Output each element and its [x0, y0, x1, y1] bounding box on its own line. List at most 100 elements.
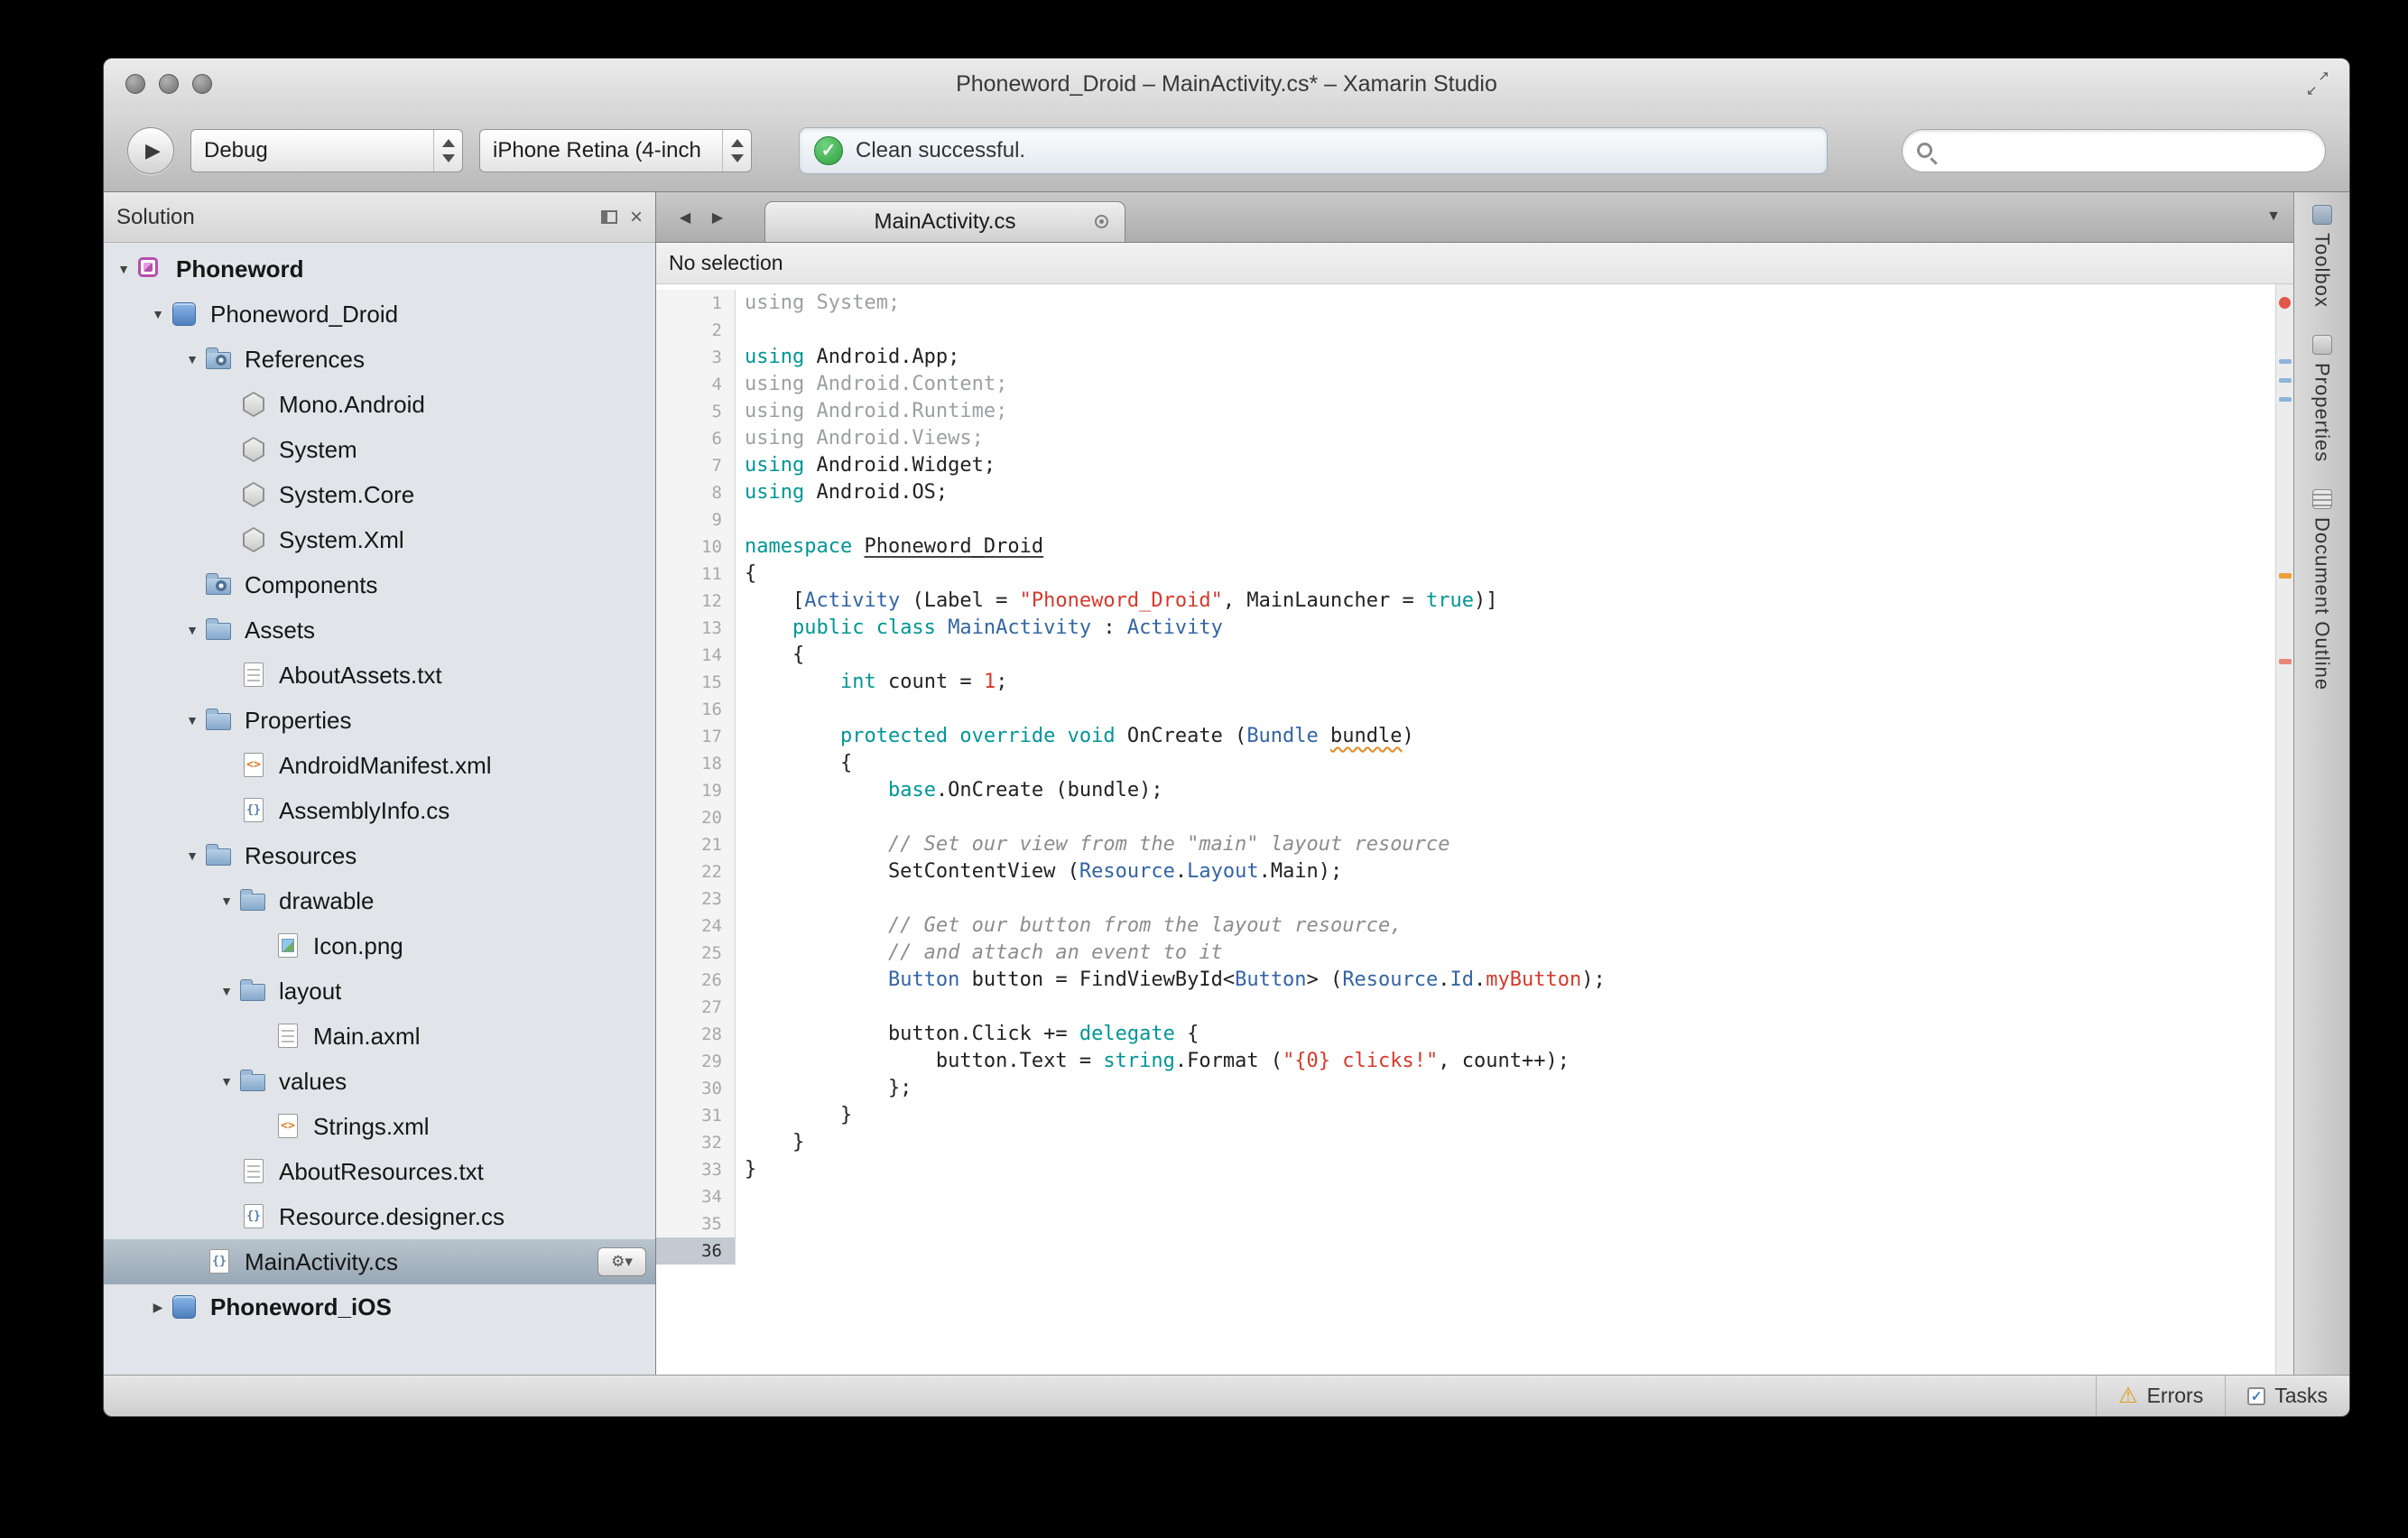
tree-item-assemblyinfo-cs[interactable]: AssemblyInfo.cs — [104, 788, 655, 833]
analysis-marker[interactable] — [2279, 397, 2292, 402]
errors-button[interactable]: ⚠ Errors — [2096, 1376, 2225, 1416]
disclosure-open-icon[interactable]: ▼ — [145, 307, 171, 321]
tree-item-references[interactable]: ▼ References — [104, 337, 655, 382]
line-number[interactable]: 6 — [656, 425, 736, 452]
run-button[interactable]: ▶ — [127, 126, 174, 174]
analysis-marker[interactable] — [2279, 378, 2292, 383]
disclosure-open-icon[interactable]: ▼ — [214, 984, 239, 998]
code-line-34[interactable]: 34 — [656, 1183, 2275, 1210]
line-number[interactable]: 23 — [656, 885, 736, 913]
analysis-marker[interactable] — [2279, 659, 2292, 664]
code-line-35[interactable]: 35 — [656, 1210, 2275, 1237]
tree-item-phoneword-ios[interactable]: ▶ Phoneword_iOS — [104, 1284, 655, 1330]
tasks-button[interactable]: ✓ Tasks — [2225, 1376, 2349, 1416]
tree-item-aboutresources-txt[interactable]: AboutResources.txt — [104, 1149, 655, 1194]
panel-tab-document-outline[interactable]: Document Outline — [2311, 489, 2334, 690]
line-number[interactable]: 5 — [656, 398, 736, 425]
build-config-select[interactable]: Debug — [190, 128, 463, 172]
tree-item-aboutassets-txt[interactable]: AboutAssets.txt — [104, 653, 655, 698]
fullscreen-icon[interactable]: ↗ ↙ — [2304, 69, 2331, 98]
analysis-marker[interactable] — [2279, 573, 2292, 579]
code-line-18[interactable]: 18 { — [656, 750, 2275, 777]
line-number[interactable]: 7 — [656, 452, 736, 479]
code-line-9[interactable]: 9 — [656, 506, 2275, 533]
line-number[interactable]: 20 — [656, 804, 736, 831]
titlebar[interactable]: Phoneword_Droid – MainActivity.cs* – Xam… — [104, 59, 2349, 109]
tree-item-values[interactable]: ▼ values — [104, 1059, 655, 1104]
code-line-15[interactable]: 15 int count = 1; — [656, 669, 2275, 696]
tree-item-mainactivity-cs[interactable]: MainActivity.cs ⚙▾ — [104, 1239, 655, 1284]
line-number[interactable]: 19 — [656, 777, 736, 804]
nav-forward-button[interactable]: ▶ — [701, 198, 734, 237]
line-number[interactable]: 21 — [656, 831, 736, 858]
line-number[interactable]: 3 — [656, 344, 736, 371]
line-number[interactable]: 24 — [656, 913, 736, 940]
line-number[interactable]: 2 — [656, 317, 736, 344]
line-number[interactable]: 36 — [656, 1237, 736, 1265]
tree-item-drawable[interactable]: ▼ drawable — [104, 878, 655, 923]
line-number[interactable]: 31 — [656, 1102, 736, 1129]
code-line-21[interactable]: 21 // Set our view from the "main" layou… — [656, 831, 2275, 858]
code-line-11[interactable]: 11 { — [656, 561, 2275, 588]
code-line-17[interactable]: 17 protected override void OnCreate (Bun… — [656, 723, 2275, 750]
code-line-24[interactable]: 24 // Get our button from the layout res… — [656, 913, 2275, 940]
code-line-28[interactable]: 28 button.Click += delegate { — [656, 1021, 2275, 1048]
code-line-5[interactable]: 5 using Android.Runtime; — [656, 398, 2275, 425]
tree-item-phoneword-droid[interactable]: ▼ Phoneword_Droid — [104, 292, 655, 337]
disclosure-open-icon[interactable]: ▼ — [214, 1074, 239, 1089]
code-line-25[interactable]: 25 // and attach an event to it — [656, 940, 2275, 967]
line-number[interactable]: 30 — [656, 1075, 736, 1102]
code-line-14[interactable]: 14 { — [656, 642, 2275, 669]
code-line-13[interactable]: 13 public class MainActivity : Activity — [656, 615, 2275, 642]
code-line-8[interactable]: 8 using Android.OS; — [656, 479, 2275, 506]
line-number[interactable]: 28 — [656, 1021, 736, 1048]
code-line-22[interactable]: 22 SetContentView (Resource.Layout.Main)… — [656, 858, 2275, 885]
dock-pad-icon[interactable] — [600, 210, 617, 224]
line-number[interactable]: 13 — [656, 615, 736, 642]
disclosure-closed-icon[interactable]: ▶ — [145, 1300, 171, 1315]
close-pad-icon[interactable]: × — [630, 206, 643, 228]
marker-strip[interactable] — [2275, 284, 2293, 1375]
line-number[interactable]: 12 — [656, 588, 736, 615]
code-line-23[interactable]: 23 — [656, 885, 2275, 913]
line-number[interactable]: 1 — [656, 290, 736, 317]
code-line-7[interactable]: 7 using Android.Widget; — [656, 452, 2275, 479]
tree-item-assets[interactable]: ▼ Assets — [104, 607, 655, 653]
disclosure-open-icon[interactable]: ▼ — [214, 894, 239, 908]
code-line-29[interactable]: 29 button.Text = string.Format ("{0} cli… — [656, 1048, 2275, 1075]
line-number[interactable]: 35 — [656, 1210, 736, 1237]
code-line-26[interactable]: 26 Button button = FindViewById<Button> … — [656, 967, 2275, 994]
line-number[interactable]: 32 — [656, 1129, 736, 1156]
code-line-12[interactable]: 12 [Activity (Label = "Phoneword_Droid",… — [656, 588, 2275, 615]
code-line-36[interactable]: 36 — [656, 1237, 2275, 1265]
line-number[interactable]: 25 — [656, 940, 736, 967]
line-number[interactable]: 27 — [656, 994, 736, 1021]
code-line-16[interactable]: 16 — [656, 696, 2275, 723]
device-select[interactable]: iPhone Retina (4-inch — [479, 128, 752, 172]
tree-item-properties[interactable]: ▼ Properties — [104, 698, 655, 743]
tree-item-system-xml[interactable]: System.Xml — [104, 517, 655, 562]
line-number[interactable]: 26 — [656, 967, 736, 994]
code-line-27[interactable]: 27 — [656, 994, 2275, 1021]
line-number[interactable]: 8 — [656, 479, 736, 506]
tree-item-system-core[interactable]: System.Core — [104, 472, 655, 517]
code-line-33[interactable]: 33} — [656, 1156, 2275, 1183]
tree-item-layout[interactable]: ▼ layout — [104, 968, 655, 1014]
code-line-30[interactable]: 30 }; — [656, 1075, 2275, 1102]
modified-indicator-icon[interactable] — [1095, 215, 1108, 228]
tree-item-resources[interactable]: ▼ Resources — [104, 833, 655, 878]
code-line-3[interactable]: 3 using Android.App; — [656, 344, 2275, 371]
code-line-4[interactable]: 4 using Android.Content; — [656, 371, 2275, 398]
disclosure-open-icon[interactable]: ▼ — [180, 623, 205, 637]
line-number[interactable]: 16 — [656, 696, 736, 723]
code-line-6[interactable]: 6 using Android.Views; — [656, 425, 2275, 452]
panel-tab-toolbox[interactable]: Toolbox — [2311, 205, 2334, 308]
disclosure-open-icon[interactable]: ▼ — [111, 262, 136, 276]
tree-item-androidmanifest-xml[interactable]: AndroidManifest.xml — [104, 743, 655, 788]
code-editor[interactable]: 1 using System; 2 3 using Android.App; 4 using… — [656, 284, 2293, 1375]
code-line-32[interactable]: 32 } — [656, 1129, 2275, 1156]
tab-mainactivity[interactable]: MainActivity.cs — [764, 201, 1125, 242]
code-lines[interactable]: 1 using System; 2 3 using Android.App; 4 using… — [656, 284, 2275, 1375]
code-line-19[interactable]: 19 base.OnCreate (bundle); — [656, 777, 2275, 804]
code-line-20[interactable]: 20 — [656, 804, 2275, 831]
